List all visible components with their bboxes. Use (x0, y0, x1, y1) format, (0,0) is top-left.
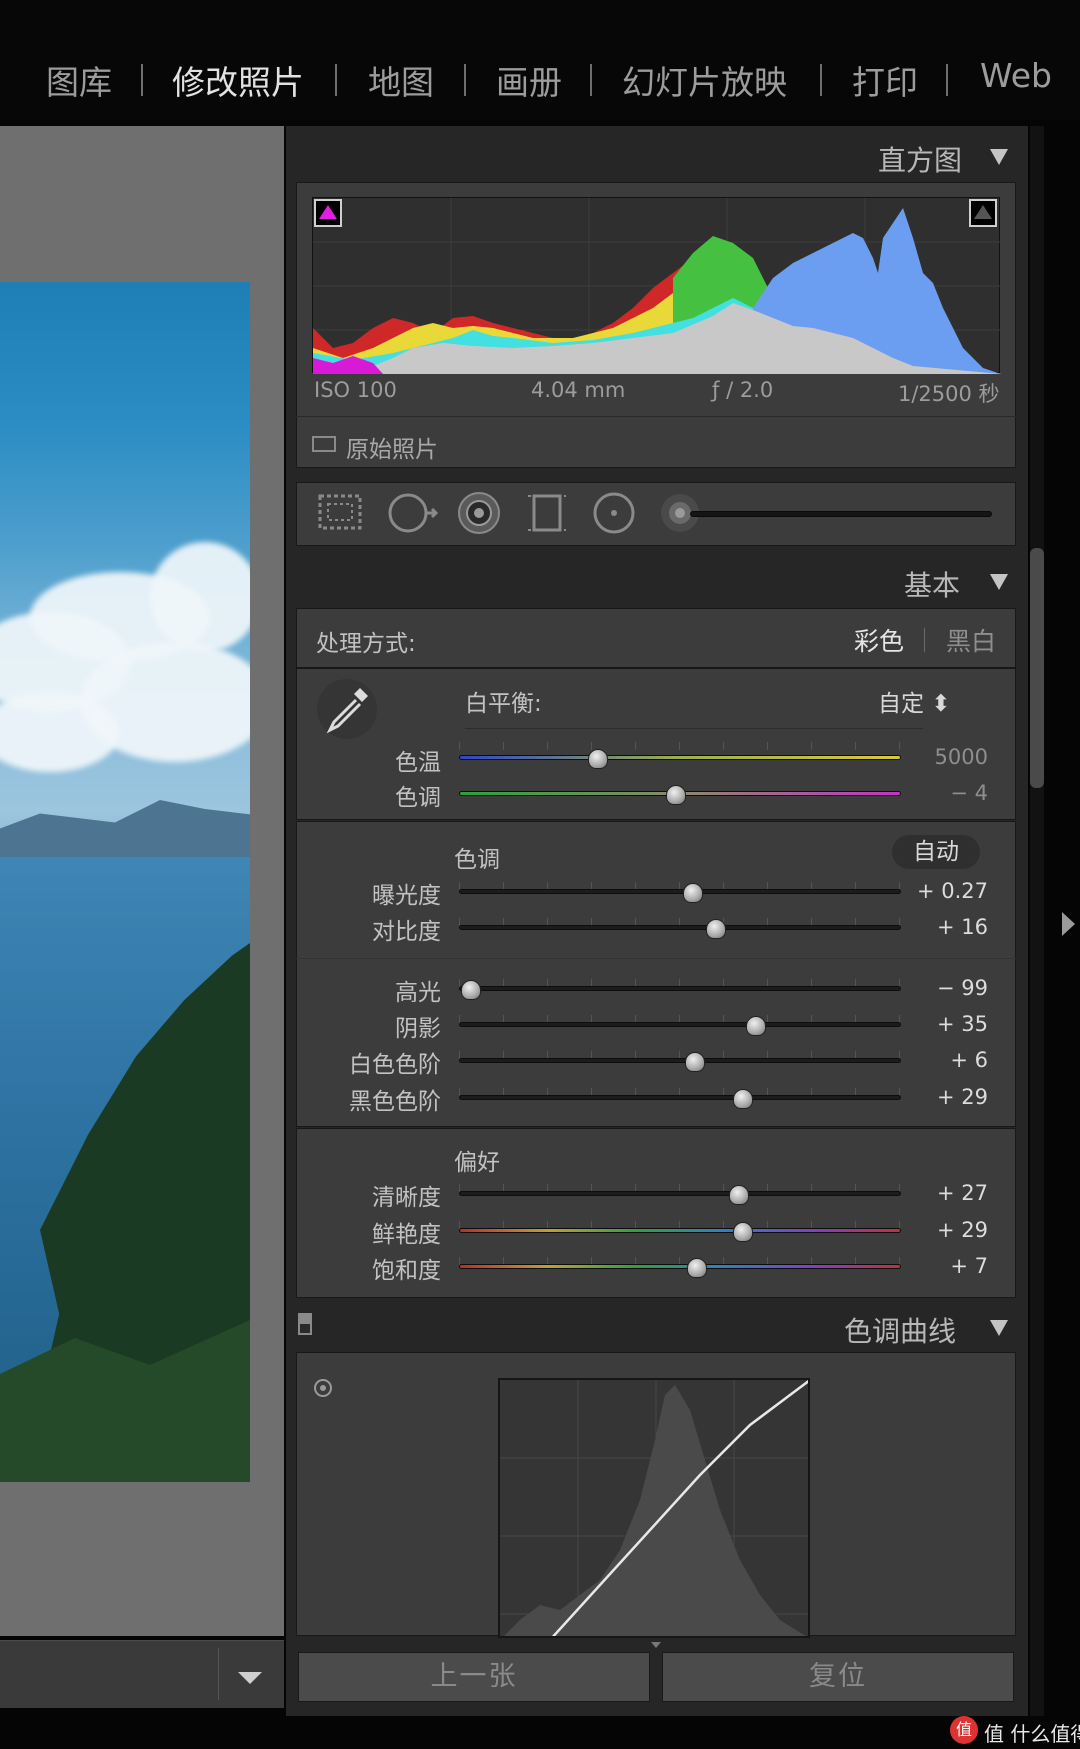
target-adjust-icon[interactable] (312, 1377, 334, 1399)
tone-curve-graph[interactable] (498, 1378, 810, 1638)
photo-canvas[interactable] (0, 126, 284, 1636)
auto-tone-button[interactable]: 自动 (892, 835, 980, 869)
treatment-bw-button[interactable]: 黑白 (946, 622, 996, 658)
spot-removal-icon[interactable] (386, 490, 442, 536)
module-web[interactable]: Web (980, 56, 1052, 95)
toolbar-separator (218, 1648, 219, 1700)
collapse-histogram-icon[interactable] (990, 149, 1008, 165)
vibrance-slider[interactable] (459, 1228, 901, 1233)
highlights-label: 高光 (395, 980, 441, 1006)
histogram-graph[interactable] (312, 197, 1001, 374)
treatment-color-button[interactable]: 彩色 (854, 622, 904, 658)
highlights-value[interactable]: − 99 (888, 976, 988, 1000)
reset-button[interactable]: 复位 (662, 1652, 1014, 1702)
tone-section-label: 色调 (454, 847, 500, 873)
exif-aperture: ƒ / 2.0 (712, 378, 774, 402)
module-separator (335, 64, 337, 96)
crop-overlay-icon[interactable] (316, 490, 366, 536)
expand-grip-icon[interactable] (651, 1642, 661, 1648)
previous-button[interactable]: 上一张 (298, 1652, 650, 1702)
wb-label: 白平衡: (465, 691, 542, 717)
panel-toggle-switch[interactable] (298, 1313, 312, 1335)
shadows-label: 阴影 (395, 1016, 441, 1042)
exif-iso: ISO 100 (314, 378, 397, 402)
saturation-label: 饱和度 (372, 1258, 441, 1284)
clarity-slider[interactable] (459, 1191, 901, 1196)
watermark-text: 值 什么值得买 (984, 1722, 1080, 1746)
module-map[interactable]: 地图 (368, 56, 434, 104)
tint-label: 色调 (395, 785, 441, 811)
wb-preset-select[interactable]: 自定 ⬍ (878, 684, 951, 718)
exposure-value[interactable]: + 0.27 (888, 879, 988, 903)
collapse-tone-curve-icon[interactable] (990, 1320, 1008, 1336)
module-book[interactable]: 画册 (496, 56, 562, 104)
module-picker: 图库 修改照片 地图 画册 幻灯片放映 打印 Web (0, 0, 1080, 120)
vibrance-label: 鲜艳度 (372, 1222, 441, 1248)
tone-curve-title[interactable]: 色调曲线 (844, 1310, 956, 1350)
exposure-slider[interactable] (459, 889, 901, 894)
temp-label: 色温 (395, 750, 441, 776)
module-print[interactable]: 打印 (852, 56, 918, 104)
histogram-title[interactable]: 直方图 (878, 139, 962, 179)
module-separator (590, 64, 592, 96)
blacks-label: 黑色色阶 (349, 1089, 441, 1115)
module-separator (946, 64, 948, 96)
tone-curve-chart (500, 1380, 808, 1636)
exposure-label: 曝光度 (372, 883, 441, 909)
exif-focal-length: 4.04 mm (531, 378, 626, 402)
highlight-clip-icon (974, 205, 992, 219)
module-separator (141, 64, 143, 96)
tint-value[interactable]: − 4 (888, 781, 988, 805)
shadows-value[interactable]: + 35 (888, 1012, 988, 1036)
eyedropper-icon[interactable] (314, 676, 380, 742)
whites-value[interactable]: + 6 (888, 1048, 988, 1072)
blacks-slider[interactable] (459, 1095, 901, 1100)
panel-scrollbar[interactable] (1030, 126, 1044, 1716)
shadow-clipping-button[interactable] (314, 199, 342, 227)
highlight-clipping-button[interactable] (969, 199, 997, 227)
basic-title[interactable]: 基本 (904, 564, 960, 604)
brush-slider-track[interactable] (690, 511, 992, 517)
blacks-value[interactable]: + 29 (888, 1085, 988, 1109)
contrast-value[interactable]: + 16 (888, 915, 988, 939)
treatment-label: 处理方式: (316, 631, 416, 657)
red-eye-icon[interactable] (456, 490, 502, 536)
saturation-slider[interactable] (459, 1264, 901, 1269)
toolbar-menu-icon[interactable] (238, 1672, 262, 1684)
module-develop[interactable]: 修改照片 (172, 56, 304, 104)
vibrance-value[interactable]: + 29 (888, 1218, 988, 1242)
module-separator (820, 64, 822, 96)
clarity-value[interactable]: + 27 (888, 1181, 988, 1205)
module-slideshow[interactable]: 幻灯片放映 (622, 56, 787, 104)
histogram-chart (313, 198, 1001, 374)
clarity-label: 清晰度 (372, 1185, 441, 1211)
original-photo-checkbox[interactable] (312, 436, 336, 452)
module-separator (464, 64, 466, 96)
shadows-slider[interactable] (459, 1022, 901, 1027)
saturation-value[interactable]: + 7 (888, 1254, 988, 1278)
temp-value[interactable]: 5000 (888, 745, 988, 769)
module-library[interactable]: 图库 (46, 56, 112, 104)
exif-shutter-speed: 1/2500 秒 (898, 382, 1000, 406)
presence-section-label: 偏好 (454, 1150, 500, 1176)
photo-preview[interactable] (0, 282, 250, 1482)
whites-label: 白色色阶 (349, 1052, 441, 1078)
original-photo-label: 原始照片 (346, 437, 438, 463)
contrast-slider[interactable] (459, 925, 901, 930)
shadow-clip-icon (319, 205, 337, 219)
graduated-filter-icon[interactable] (524, 490, 570, 536)
temp-slider[interactable] (459, 755, 901, 760)
watermark-logo: 值 (950, 1716, 978, 1744)
collapse-right-panel-icon[interactable] (1062, 912, 1075, 936)
whites-slider[interactable] (459, 1058, 901, 1063)
contrast-label: 对比度 (372, 919, 441, 945)
collapse-basic-icon[interactable] (990, 574, 1008, 590)
panel-scrollbar-thumb[interactable] (1030, 548, 1044, 788)
highlights-slider[interactable] (459, 986, 901, 991)
radial-filter-icon[interactable] (590, 490, 638, 536)
